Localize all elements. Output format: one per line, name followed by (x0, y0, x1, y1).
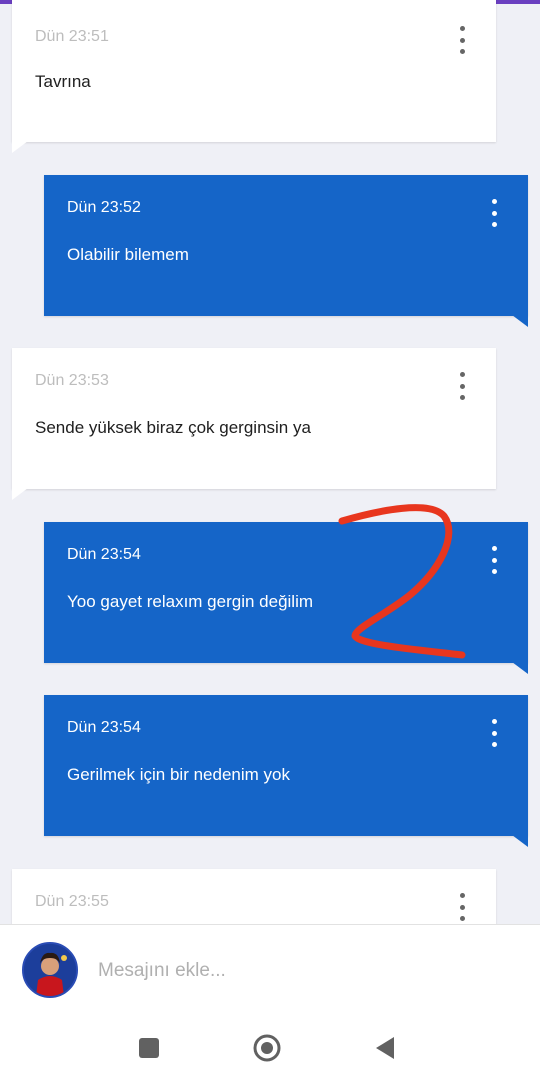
message-outgoing[interactable]: Dün 23:54 Gerilmek için bir nedenim yok (44, 695, 528, 847)
bubble-tail (512, 315, 528, 327)
message-input[interactable] (98, 955, 498, 987)
message-text: Tavrına (35, 72, 91, 91)
triangle-back-icon[interactable] (368, 1031, 402, 1065)
system-navigation-bar (0, 1016, 540, 1079)
message-text: Gerilmek için bir nedenim yok (67, 765, 290, 784)
square-icon[interactable] (132, 1031, 166, 1065)
message-text: Yoo gayet relaxım gergin değilim (67, 592, 314, 611)
bubble-tail (512, 662, 528, 674)
circle-icon[interactable] (250, 1031, 284, 1065)
message-time: Dün 23:53 (35, 372, 109, 389)
message-time: Dün 23:52 (67, 199, 141, 216)
avatar[interactable] (22, 942, 78, 998)
more-vert-icon[interactable] (484, 199, 504, 227)
more-vert-icon[interactable] (484, 546, 504, 574)
message-incoming[interactable]: Dün 23:51 Tavrına (12, 0, 496, 153)
message-time: Dün 23:55 (35, 893, 109, 910)
message-composer (0, 924, 540, 1016)
more-vert-icon[interactable] (484, 719, 504, 747)
message-incoming[interactable]: Dün 23:53 Sende yüksek biraz çok gergins… (12, 348, 496, 500)
message-time: Dün 23:51 (35, 28, 109, 45)
message-text: Sende yüksek biraz çok gerginsin ya (35, 418, 311, 437)
bubble-tail (512, 835, 528, 847)
message-text: Olabilir bilemem (67, 245, 189, 264)
avatar-image (24, 944, 76, 996)
more-vert-icon[interactable] (452, 372, 472, 400)
message-time: Dün 23:54 (67, 546, 141, 563)
message-time: Dün 23:54 (67, 719, 141, 736)
message-outgoing[interactable]: Dün 23:54 Yoo gayet relaxım gergin değil… (44, 522, 528, 674)
bubble-tail (12, 141, 28, 153)
more-vert-icon[interactable] (452, 893, 472, 921)
message-outgoing[interactable]: Dün 23:52 Olabilir bilemem (44, 175, 528, 327)
more-vert-icon[interactable] (452, 26, 472, 54)
bubble-tail (12, 488, 28, 500)
